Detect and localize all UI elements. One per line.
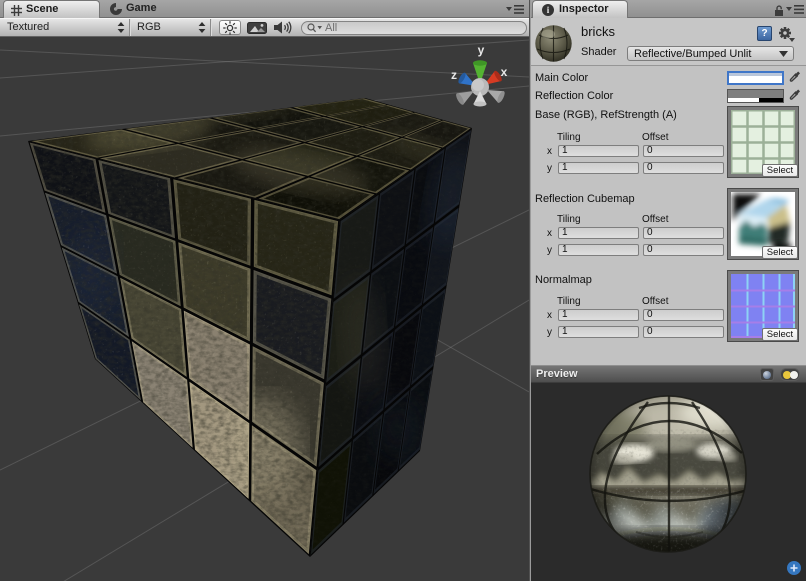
svg-text:x: x xyxy=(501,65,508,79)
svg-text:y: y xyxy=(478,43,485,57)
svg-text:z: z xyxy=(451,68,457,82)
